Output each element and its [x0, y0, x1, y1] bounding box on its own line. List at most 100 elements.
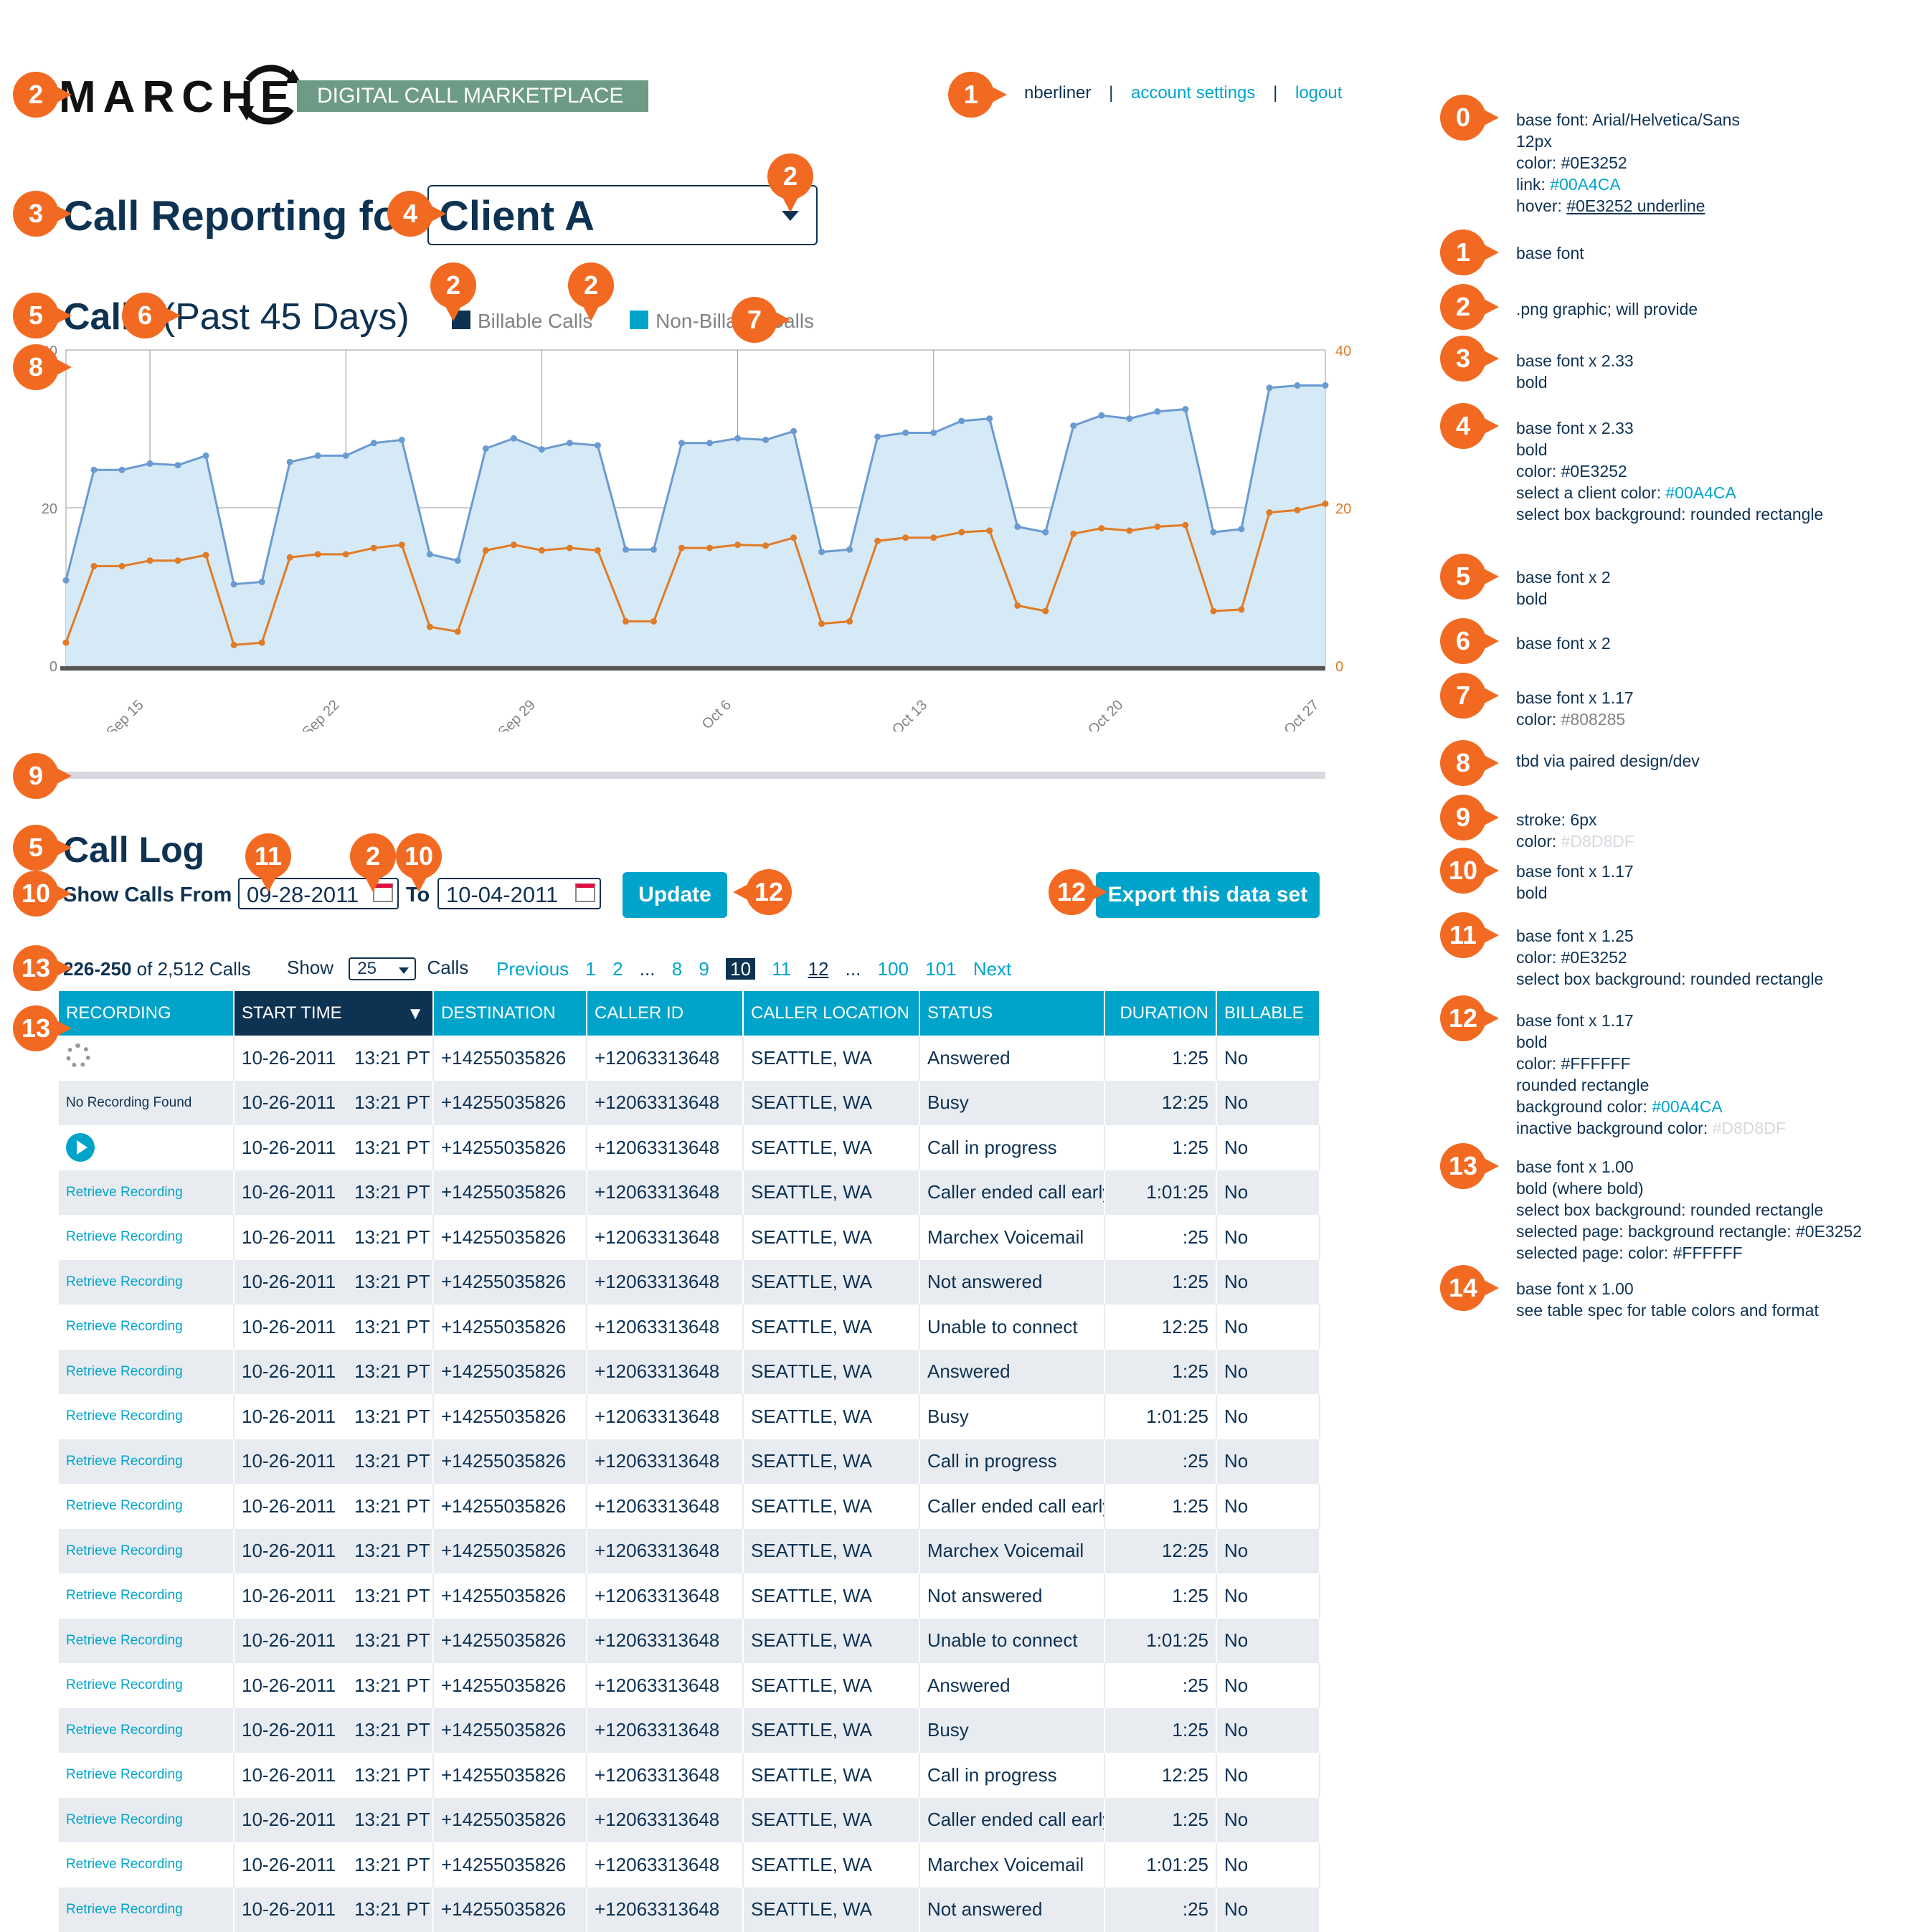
account-settings-link[interactable]: account settings — [1131, 83, 1255, 103]
retrieve-recording-link[interactable]: Retrieve Recording — [66, 1229, 183, 1244]
separator: | — [1273, 83, 1277, 103]
marker-pin: 6 — [1440, 618, 1505, 664]
logout-link[interactable]: logout — [1295, 83, 1342, 103]
page-size-select[interactable]: 25 — [349, 957, 416, 980]
cell-caller-id: +12063313648 — [587, 1529, 743, 1574]
pager-page-9[interactable]: 9 — [699, 958, 709, 980]
pager-page-2[interactable]: 2 — [612, 958, 623, 980]
cell-billable: No — [1216, 1215, 1320, 1260]
column-header-caller-id[interactable]: CALLER ID — [587, 991, 743, 1036]
cell-start-time: 10-26-201113:21 PT — [234, 1350, 433, 1395]
cell-duration: 1:01:25 — [1104, 1170, 1216, 1216]
data-point-billable-calls — [986, 527, 993, 534]
data-point-non-billable-calls — [511, 435, 517, 442]
data-point-non-billable-calls — [790, 428, 797, 435]
pager-page-101[interactable]: 101 — [925, 958, 956, 980]
pager-page-12[interactable]: 12 — [808, 958, 829, 980]
data-point-non-billable-calls — [762, 437, 769, 443]
spec-7: base font x 1.17 color: #808285 — [1516, 687, 1634, 730]
data-point-non-billable-calls — [343, 453, 349, 459]
retrieve-recording-link[interactable]: Retrieve Recording — [66, 1633, 183, 1648]
x-axis-tick-label: Oct 13 — [889, 697, 930, 731]
data-point-billable-calls — [1266, 509, 1272, 516]
retrieve-recording-link[interactable]: Retrieve Recording — [66, 1498, 183, 1513]
spec-2: .png graphic; will provide — [1516, 298, 1698, 320]
retrieve-recording-link[interactable]: Retrieve Recording — [66, 1274, 183, 1289]
data-point-non-billable-calls — [818, 549, 825, 555]
pager-page-8[interactable]: 8 — [672, 958, 682, 980]
column-header-billable[interactable]: BILLABLE — [1216, 991, 1320, 1036]
column-header-status[interactable]: STATUS — [919, 991, 1104, 1036]
pager-page-11[interactable]: 11 — [772, 958, 791, 980]
play-icon[interactable] — [66, 1133, 95, 1162]
marker-pin: 11 — [245, 833, 310, 879]
data-point-billable-calls — [371, 545, 377, 551]
marker-pin: 10 — [1440, 848, 1505, 894]
retrieve-recording-link[interactable]: Retrieve Recording — [66, 1588, 183, 1603]
to-date-field[interactable]: 10-04-2011 — [437, 878, 601, 909]
spec-12: base font x 1.17boldcolor: #FFFFFFrounde… — [1516, 1010, 1786, 1139]
column-header-duration[interactable]: DURATION — [1104, 991, 1216, 1036]
retrieve-recording-link[interactable]: Retrieve Recording — [66, 1767, 183, 1782]
cell-caller-id: +12063313648 — [587, 1304, 743, 1350]
pager-page-1[interactable]: 1 — [585, 958, 595, 980]
cell-status: Busy — [919, 1708, 1104, 1753]
call-log-table: RECORDING START TIME ▼ DESTINATION CALLE… — [59, 991, 1320, 1932]
client-select[interactable]: Client A — [427, 185, 818, 245]
spec-0: base font: Arial/Helvetica/Sans12pxcolor… — [1516, 109, 1740, 217]
cell-destination: +14255035826 — [433, 1842, 587, 1888]
column-header-caller-location[interactable]: CALLER LOCATION — [743, 991, 919, 1036]
cell-date: 10-26-2011 — [242, 1585, 336, 1606]
column-header-start-time[interactable]: START TIME ▼ — [234, 991, 433, 1036]
column-header-destination[interactable]: DESTINATION — [433, 991, 587, 1036]
data-point-non-billable-calls — [930, 430, 937, 436]
data-point-billable-calls — [315, 551, 321, 557]
cell-destination: +14255035826 — [433, 1260, 587, 1305]
marker-pin: 7 — [732, 297, 796, 343]
export-button[interactable]: Export this data set — [1096, 872, 1320, 918]
cell-status: Unable to connect — [919, 1304, 1104, 1350]
data-point-billable-calls — [455, 628, 461, 635]
table-row: 10-26-201113:21 PT+14255035826+120633136… — [59, 1036, 1320, 1081]
cell-caller-id: +12063313648 — [587, 1484, 743, 1529]
table-row: Retrieve Recording10-26-201113:21 PT+142… — [59, 1439, 1320, 1484]
calls-chart: 0204002040Sep 15Sep 22Sep 29Oct 6Oct 13O… — [29, 344, 1363, 731]
retrieve-recording-link[interactable]: Retrieve Recording — [66, 1364, 183, 1379]
retrieve-recording-link[interactable]: Retrieve Recording — [66, 1408, 183, 1424]
calendar-icon[interactable] — [575, 884, 595, 902]
retrieve-recording-link[interactable]: Retrieve Recording — [66, 1902, 183, 1917]
cell-time: 13:21 PT — [354, 1137, 430, 1158]
cell-destination: +14255035826 — [433, 1350, 587, 1395]
cell-destination: +14255035826 — [433, 1170, 587, 1216]
update-button[interactable]: Update — [623, 872, 727, 918]
retrieve-recording-link[interactable]: Retrieve Recording — [66, 1812, 183, 1827]
cell-recording: Retrieve Recording — [59, 1708, 234, 1753]
cell-start-time: 10-26-201113:21 PT — [234, 1304, 433, 1350]
cell-time: 13:21 PT — [354, 1898, 430, 1920]
cell-caller-id: +12063313648 — [587, 1708, 743, 1753]
retrieve-recording-link[interactable]: Retrieve Recording — [66, 1543, 183, 1558]
retrieve-recording-link[interactable]: Retrieve Recording — [66, 1723, 183, 1738]
data-point-non-billable-calls — [427, 551, 433, 557]
pager-page-100[interactable]: 100 — [878, 958, 909, 980]
data-point-non-billable-calls — [846, 546, 853, 553]
retrieve-recording-link[interactable]: Retrieve Recording — [66, 1677, 183, 1692]
cell-date: 10-26-2011 — [242, 1092, 336, 1113]
table-row: Retrieve Recording10-26-201113:21 PT+142… — [59, 1708, 1320, 1753]
retrieve-recording-link[interactable]: Retrieve Recording — [66, 1185, 183, 1200]
column-header-recording[interactable]: RECORDING — [59, 991, 234, 1036]
cell-recording: Retrieve Recording — [59, 1753, 234, 1798]
cell-status: Call in progress — [919, 1439, 1104, 1484]
x-axis-tick-label: Oct 27 — [1281, 697, 1322, 731]
data-point-non-billable-calls — [1098, 412, 1104, 419]
retrieve-recording-link[interactable]: Retrieve Recording — [66, 1857, 183, 1872]
retrieve-recording-link[interactable]: Retrieve Recording — [66, 1319, 183, 1334]
cell-recording: No Recording Found — [59, 1081, 234, 1126]
retrieve-recording-link[interactable]: Retrieve Recording — [66, 1454, 183, 1469]
cell-recording: Retrieve Recording — [59, 1529, 234, 1574]
pagination: Previous 1 2 ... 8 9 10 11 12 ... 100 10… — [496, 958, 1023, 980]
pager-previous[interactable]: Previous — [496, 958, 569, 980]
data-point-non-billable-calls — [119, 467, 126, 473]
data-point-billable-calls — [1182, 522, 1188, 529]
pager-next[interactable]: Next — [973, 958, 1011, 980]
